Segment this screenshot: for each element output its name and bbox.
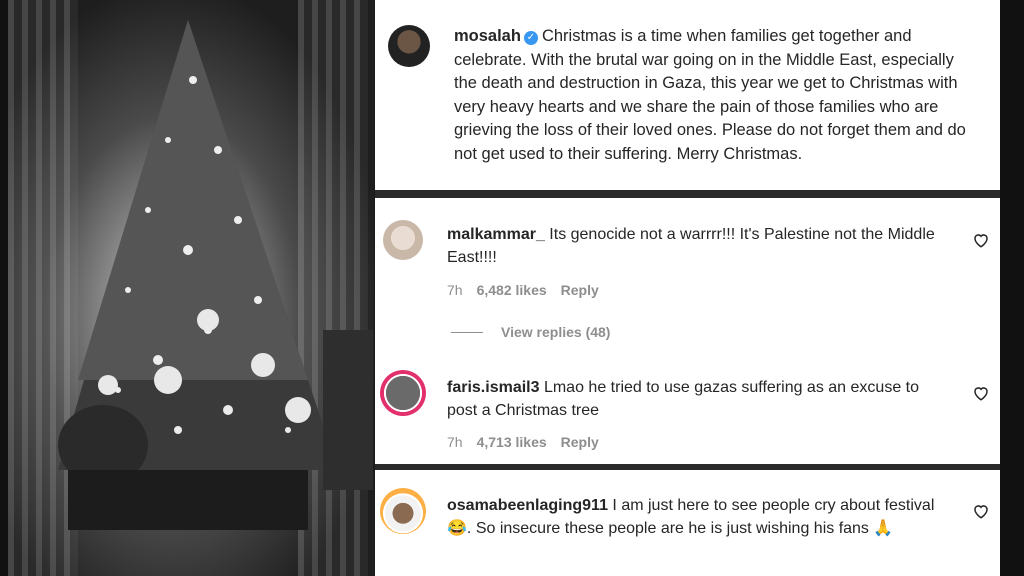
replies-dash	[451, 332, 483, 333]
christmas-tree-photo	[8, 0, 374, 576]
left-frame-bar	[0, 0, 8, 576]
view-replies-label: View replies (48)	[501, 324, 611, 340]
comment-3-text: osamabeenlaging911 I am just here to see…	[447, 494, 947, 540]
comment-1-likes[interactable]: 6,482 likes	[477, 282, 547, 298]
comment-2-meta: 7h 4,713 likes Reply	[447, 434, 599, 450]
comment-2-reply-button[interactable]: Reply	[561, 434, 599, 450]
comment-1-meta: 7h 6,482 likes Reply	[447, 282, 599, 298]
comment-1-username[interactable]: malkammar_	[447, 226, 545, 243]
faris-avatar[interactable]	[380, 370, 426, 416]
comment-1-text: malkammar_ Its genocide not a warrrr!!! …	[447, 223, 947, 269]
osama-avatar[interactable]	[380, 488, 426, 534]
post-caption-text: Christmas is a time when families get to…	[454, 27, 966, 163]
comment-1-reply-button[interactable]: Reply	[561, 282, 599, 298]
heart-outline-icon[interactable]	[972, 231, 990, 249]
tree-illustration	[58, 20, 373, 530]
verified-badge-icon: ✓	[523, 31, 538, 45]
post-username[interactable]: mosalah	[454, 27, 521, 45]
heart-outline-icon[interactable]	[972, 384, 990, 402]
heart-outline-icon[interactable]	[972, 502, 990, 520]
comment-2-time: 7h	[447, 434, 463, 450]
comment-3-username[interactable]: osamabeenlaging911	[447, 497, 608, 514]
mosalah-avatar[interactable]	[388, 25, 430, 67]
comment-1-time: 7h	[447, 282, 463, 298]
view-replies-button[interactable]: View replies (48)	[451, 324, 610, 340]
right-frame-bar	[1000, 0, 1024, 576]
section-divider	[375, 190, 1000, 198]
post-caption: mosalah ✓ Christmas is a time when familie…	[454, 25, 974, 166]
comment-2-likes[interactable]: 4,713 likes	[477, 434, 547, 450]
comment-2-text: faris.ismail3 Lmao he tried to use gazas…	[447, 376, 947, 422]
comment-2-username[interactable]: faris.ismail3	[447, 379, 540, 396]
malkammar-avatar[interactable]	[383, 220, 423, 260]
